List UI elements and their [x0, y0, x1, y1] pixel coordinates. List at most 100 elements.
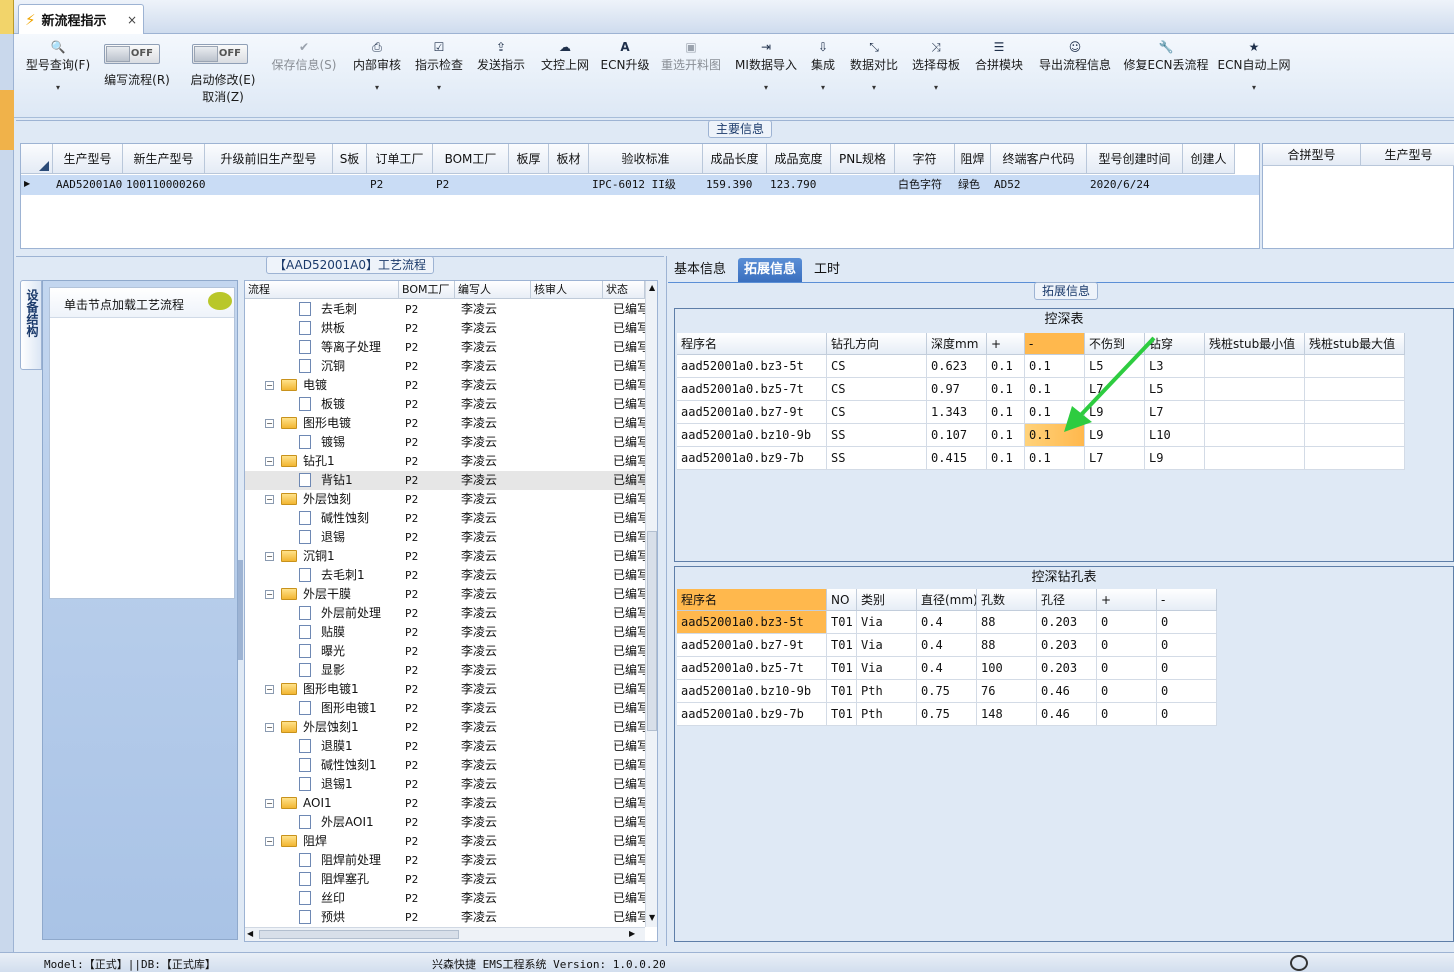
chevron-down-icon[interactable]: ▾ — [1216, 83, 1292, 92]
merged-model-column[interactable]: 合拼型号 — [1263, 144, 1361, 166]
expand-toggle-icon[interactable]: − — [265, 837, 274, 846]
close-icon[interactable]: × — [127, 13, 137, 27]
scroll-right-icon[interactable]: ▶ — [629, 929, 635, 938]
column-header[interactable]: + — [1097, 589, 1157, 611]
production-model-column[interactable]: 生产型号 — [1361, 144, 1454, 166]
table-cell[interactable]: 0.1 — [987, 378, 1025, 401]
table-cell[interactable]: 148 — [977, 703, 1037, 726]
table-cell[interactable]: aad52001a0.bz3-5t — [677, 611, 827, 634]
mi-data-import-button[interactable]: ⇥ MI数据导入 ▾ — [732, 34, 800, 118]
integrate-button[interactable]: ⇩ 集成 ▾ — [806, 34, 840, 118]
tree-row[interactable]: 烘板 P2 李凌云 已编写 — [245, 319, 645, 338]
column-header[interactable]: PNL规格 — [831, 144, 895, 174]
column-header[interactable]: 板材 — [549, 144, 589, 174]
scroll-thumb[interactable] — [647, 531, 657, 731]
table-cell[interactable]: 0 — [1097, 680, 1157, 703]
tree-row[interactable]: 阻焊前处理 P2 李凌云 已编写 — [245, 851, 645, 870]
tree-row[interactable]: 碱性蚀刻1 P2 李凌云 已编写 — [245, 756, 645, 775]
chevron-down-icon[interactable]: ▾ — [908, 83, 964, 92]
merge-module-button[interactable]: ☰ 合拼模块 — [970, 34, 1028, 118]
column-header[interactable]: BOM工厂 — [433, 144, 509, 174]
column-header[interactable]: 新生产型号 — [123, 144, 205, 174]
chevron-down-icon[interactable]: ▾ — [846, 83, 902, 92]
column-header[interactable]: 终端客户代码 — [991, 144, 1087, 174]
table-cell[interactable]: SS — [827, 447, 927, 470]
export-process-info-button[interactable]: ☺ 导出流程信息 — [1034, 34, 1116, 118]
column-header[interactable]: 阻焊 — [955, 144, 991, 174]
column-header[interactable]: - — [1157, 589, 1217, 611]
tree-row[interactable]: − 阻焊 P2 李凌云 已编写 — [245, 832, 645, 851]
table-cell[interactable]: 0.203 — [1037, 611, 1097, 634]
tree-row[interactable]: 丝印 P2 李凌云 已编写 — [245, 889, 645, 908]
model-search-button[interactable]: 🔍 型号查询(F) ▾ — [22, 34, 94, 118]
table-cell[interactable] — [1205, 401, 1305, 424]
h-scroll-thumb[interactable] — [259, 930, 459, 939]
tree-row[interactable]: 背钻1 P2 李凌云 已编写 — [245, 471, 645, 490]
vertical-scrollbar[interactable]: ▲ ▼ — [645, 281, 657, 927]
data-compare-button[interactable]: ⤡ 数据对比 ▾ — [846, 34, 902, 118]
write-process-toggle[interactable]: OFF 编写流程(R) — [98, 34, 176, 118]
table-row[interactable]: ▶ AAD52001A010011000026099 P2 P2 IPC-6012 I… — [21, 175, 1259, 195]
table-cell[interactable]: 0.1 — [987, 355, 1025, 378]
tree-row[interactable]: 曝光 P2 李凌云 已编写 — [245, 642, 645, 661]
cancel-button[interactable]: 取消(Z) — [184, 88, 262, 105]
doc-control-online-button[interactable]: ☁ 文控上网 — [536, 34, 594, 118]
table-cell[interactable]: 0.75 — [917, 680, 977, 703]
expand-toggle-icon[interactable]: − — [265, 381, 274, 390]
table-cell[interactable] — [1205, 355, 1305, 378]
column-header[interactable]: 字符 — [895, 144, 955, 174]
table-cell[interactable] — [1305, 378, 1405, 401]
table-cell[interactable]: 0.75 — [917, 703, 977, 726]
reselect-cutting-chart-button[interactable]: ▣ 重选开料图 — [658, 34, 724, 118]
tree-row[interactable]: − 外层干膜 P2 李凌云 已编写 — [245, 585, 645, 604]
table-cell[interactable]: Via — [857, 611, 917, 634]
expand-toggle-icon[interactable]: − — [265, 685, 274, 694]
table-cell[interactable] — [1305, 355, 1405, 378]
tree-row[interactable]: − AOI1 P2 李凌云 已编写 — [245, 794, 645, 813]
equipment-tree[interactable]: 单击节点加载工艺流程 — [49, 287, 235, 599]
table-cell[interactable]: T01 — [827, 611, 857, 634]
table-cell[interactable]: T01 — [827, 680, 857, 703]
table-cell[interactable]: aad52001a0.bz7-9t — [677, 401, 827, 424]
column-header[interactable]: 钻孔方向 — [827, 333, 927, 355]
tab-work-hours[interactable]: 工时 — [808, 258, 846, 282]
table-cell[interactable]: aad52001a0.bz10-9b — [677, 424, 827, 447]
horizontal-scrollbar[interactable]: ◀ ▶ — [245, 927, 645, 941]
table-cell[interactable]: 0.97 — [927, 378, 987, 401]
expand-toggle-icon[interactable]: − — [265, 799, 274, 808]
column-header[interactable]: 程序名 — [677, 333, 827, 355]
tree-row[interactable]: 图形电镀1 P2 李凌云 已编写 — [245, 699, 645, 718]
table-cell[interactable]: Pth — [857, 680, 917, 703]
table-cell[interactable]: 0 — [1097, 703, 1157, 726]
ecn-upgrade-button[interactable]: A ECN升级 — [598, 34, 652, 118]
chevron-down-icon[interactable]: ▾ — [806, 83, 840, 92]
column-header[interactable]: 编写人 — [455, 281, 531, 299]
start-edit-switch[interactable]: OFF — [192, 44, 248, 64]
table-cell[interactable]: 0.107 — [927, 424, 987, 447]
tree-row[interactable]: 镀锡 P2 李凌云 已编写 — [245, 433, 645, 452]
table-cell[interactable]: 0 — [1097, 611, 1157, 634]
tree-row[interactable]: − 电镀 P2 李凌云 已编写 — [245, 376, 645, 395]
table-cell[interactable]: aad52001a0.bz3-5t — [677, 355, 827, 378]
table-cell[interactable]: 88 — [977, 611, 1037, 634]
tree-row[interactable]: − 图形电镀1 P2 李凌云 已编写 — [245, 680, 645, 699]
table-cell[interactable]: L9 — [1145, 447, 1205, 470]
tree-row[interactable]: 预烘 P2 李凌云 已编写 — [245, 908, 645, 926]
expand-toggle-icon[interactable]: − — [265, 723, 274, 732]
column-header[interactable]: S板 — [333, 144, 367, 174]
tree-row[interactable]: − 外层蚀刻1 P2 李凌云 已编写 — [245, 718, 645, 737]
column-header[interactable]: 直径(mm) — [917, 589, 977, 611]
chevron-down-icon[interactable]: ▾ — [732, 83, 800, 92]
select-motherboard-button[interactable]: ⤨ 选择母板 ▾ — [908, 34, 964, 118]
column-header[interactable]: + — [987, 333, 1025, 355]
table-cell[interactable]: 0.4 — [917, 611, 977, 634]
column-header[interactable]: 创建人 — [1183, 144, 1235, 174]
table-cell[interactable] — [1205, 424, 1305, 447]
column-header[interactable]: 验收标准 — [589, 144, 703, 174]
tree-row[interactable]: 沉铜 P2 李凌云 已编写 — [245, 357, 645, 376]
column-header[interactable]: 状态 — [603, 281, 645, 299]
table-cell[interactable]: L7 — [1085, 447, 1145, 470]
table-cell[interactable] — [1205, 378, 1305, 401]
column-header[interactable]: 核审人 — [531, 281, 603, 299]
chevron-down-icon[interactable]: ▾ — [410, 83, 468, 92]
